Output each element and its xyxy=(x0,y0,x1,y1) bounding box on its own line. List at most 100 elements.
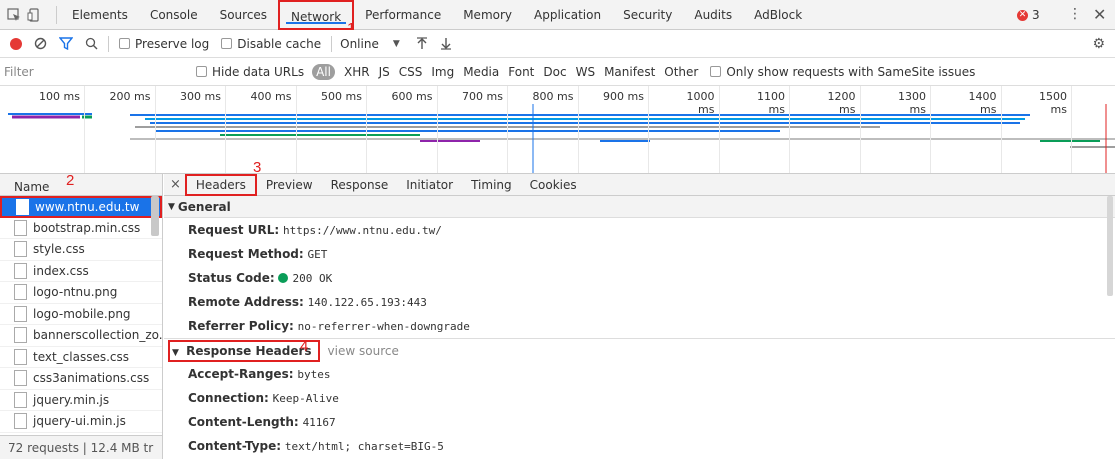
request-row[interactable]: style.css xyxy=(0,239,162,261)
timeline-tick-label: 200 ms xyxy=(109,90,151,103)
tab-timing[interactable]: Timing xyxy=(462,174,521,196)
timeline-tick-label: 500 ms xyxy=(321,90,362,103)
view-source-link[interactable]: view source xyxy=(328,344,399,358)
request-list: www.ntnu.edu.tw bootstrap.min.css style.… xyxy=(0,196,162,433)
header-row-connection: Connection: Keep-Alive xyxy=(164,386,1115,410)
filter-input[interactable] xyxy=(4,61,184,82)
error-badge[interactable]: ✕ 3 xyxy=(1017,8,1040,22)
disable-cache-checkbox[interactable]: Disable cache xyxy=(221,37,321,51)
general-section-header[interactable]: ▼ General xyxy=(164,196,1115,218)
tab-network[interactable]: Network xyxy=(278,0,355,30)
status-ok-icon xyxy=(278,273,289,283)
header-row-referrer-policy: Referrer Policy: no-referrer-when-downgr… xyxy=(164,314,1115,338)
tab-audits[interactable]: Audits xyxy=(683,0,743,30)
script-file-icon xyxy=(14,413,27,430)
tab-cookies[interactable]: Cookies xyxy=(521,174,586,196)
details-tab-bar: × Headers Preview Response Initiator Tim… xyxy=(164,174,1115,196)
network-summary: 72 requests | 12.4 MB tr xyxy=(0,435,162,459)
devtools-tab-bar: Elements Console Sources Network Perform… xyxy=(0,0,1115,30)
request-row[interactable]: css3animations.css xyxy=(0,368,162,390)
import-har-icon[interactable] xyxy=(416,37,428,50)
type-filter-other[interactable]: Other xyxy=(664,65,698,79)
filter-icon[interactable] xyxy=(59,37,73,50)
response-headers-title: Response Headers xyxy=(186,343,312,358)
header-value: text/html; charset=BIG-5 xyxy=(284,440,444,453)
tab-memory[interactable]: Memory xyxy=(452,0,523,30)
type-filter-img[interactable]: Img xyxy=(431,65,454,79)
search-icon[interactable] xyxy=(85,37,98,50)
triangle-down-icon: ▼ xyxy=(172,347,179,358)
close-devtools-icon[interactable]: ✕ xyxy=(1093,5,1106,24)
request-row[interactable]: jquery.min.js xyxy=(0,390,162,411)
preserve-log-checkbox[interactable]: Preserve log xyxy=(119,37,209,51)
type-filter-xhr[interactable]: XHR xyxy=(344,65,370,79)
tab-response[interactable]: Response xyxy=(322,174,398,196)
clear-icon[interactable] xyxy=(34,37,47,50)
request-row[interactable]: www.ntnu.edu.tw xyxy=(0,196,162,218)
throttling-select[interactable]: Online ▼ xyxy=(340,37,400,51)
timeline-tick-label: 100 ms xyxy=(39,90,80,103)
request-row[interactable]: bannerscollection_zo.. xyxy=(0,325,162,347)
tab-performance[interactable]: Performance xyxy=(354,0,452,30)
preserve-log-label: Preserve log xyxy=(135,36,210,51)
tab-initiator[interactable]: Initiator xyxy=(397,174,462,196)
checkbox-icon xyxy=(119,38,130,49)
timeline-gridline xyxy=(859,86,861,173)
record-button[interactable] xyxy=(10,37,22,50)
request-list-pane: Name www.ntnu.edu.tw bootstrap.min.css s… xyxy=(0,174,163,459)
type-filter-all[interactable]: All xyxy=(312,63,335,80)
request-list-scrollbar[interactable] xyxy=(151,196,159,236)
tab-headers[interactable]: Headers xyxy=(184,174,257,196)
type-filter-font[interactable]: Font xyxy=(508,65,534,79)
header-value: GET xyxy=(307,248,328,261)
request-row[interactable]: logo-ntnu.png xyxy=(0,282,162,304)
type-filter-doc[interactable]: Doc xyxy=(543,65,566,79)
request-row[interactable]: text_classes.css xyxy=(0,347,162,368)
tab-sources[interactable]: Sources xyxy=(209,0,278,30)
hide-data-urls-checkbox[interactable]: Hide data URLs xyxy=(196,65,304,79)
samesite-checkbox[interactable]: Only show requests with SameSite issues xyxy=(710,65,975,79)
header-key: Content-Length: xyxy=(188,415,299,429)
request-row[interactable]: bootstrap.min.css xyxy=(0,218,162,239)
header-row-accept-ranges: Accept-Ranges: bytes xyxy=(164,362,1115,386)
more-options-icon[interactable]: ⋮ xyxy=(1068,6,1082,22)
header-key: Status Code: xyxy=(188,271,275,285)
timeline-gridline xyxy=(84,86,85,173)
gear-icon[interactable]: ⚙ xyxy=(1092,36,1105,52)
disable-cache-label: Disable cache xyxy=(237,36,322,51)
name-column-header[interactable]: Name xyxy=(0,174,162,196)
timeline-tick-label: 1200 ms xyxy=(827,90,856,116)
type-filter-ws[interactable]: WS xyxy=(576,65,595,79)
request-row[interactable]: logo-mobile.png xyxy=(0,304,162,325)
request-row[interactable]: index.css xyxy=(0,261,162,282)
script-file-icon xyxy=(14,391,27,408)
network-timeline-overview[interactable]: 100 ms 200 ms 300 ms 400 ms 500 ms 600 ms 700 … xyxy=(0,86,1115,174)
details-scrollbar[interactable] xyxy=(1107,196,1113,296)
stylesheet-file-icon xyxy=(14,262,27,279)
request-name: style.css xyxy=(33,242,85,257)
tab-console[interactable]: Console xyxy=(139,0,209,30)
type-filter-manifest[interactable]: Manifest xyxy=(604,65,655,79)
tab-elements[interactable]: Elements xyxy=(61,0,139,30)
type-filter-js[interactable]: JS xyxy=(379,65,390,79)
inspect-element-icon[interactable] xyxy=(4,5,24,25)
close-details-icon[interactable]: × xyxy=(170,177,181,192)
type-filter-media[interactable]: Media xyxy=(463,65,499,79)
tab-security[interactable]: Security xyxy=(612,0,683,30)
request-row[interactable]: jquery-ui.min.js xyxy=(0,411,162,433)
response-headers-toggle[interactable]: ▼ Response Headers xyxy=(168,339,320,362)
header-value: Keep-Alive xyxy=(272,392,339,405)
tab-adblock[interactable]: AdBlock xyxy=(743,0,813,30)
type-filter-css[interactable]: CSS xyxy=(399,65,423,79)
tab-preview[interactable]: Preview xyxy=(257,174,322,196)
chevron-down-icon: ▼ xyxy=(392,38,400,49)
export-har-icon[interactable] xyxy=(440,37,452,50)
general-section-title: General xyxy=(177,199,231,214)
device-toolbar-icon[interactable] xyxy=(24,5,44,25)
samesite-label: Only show requests with SameSite issues xyxy=(726,64,976,79)
header-key: Request Method: xyxy=(188,247,304,261)
timeline-tick-label: 1000 ms xyxy=(686,90,715,116)
request-name: text_classes.css xyxy=(33,349,130,364)
timeline-tick-label: 800 ms xyxy=(532,90,574,103)
tab-application[interactable]: Application xyxy=(523,0,612,30)
